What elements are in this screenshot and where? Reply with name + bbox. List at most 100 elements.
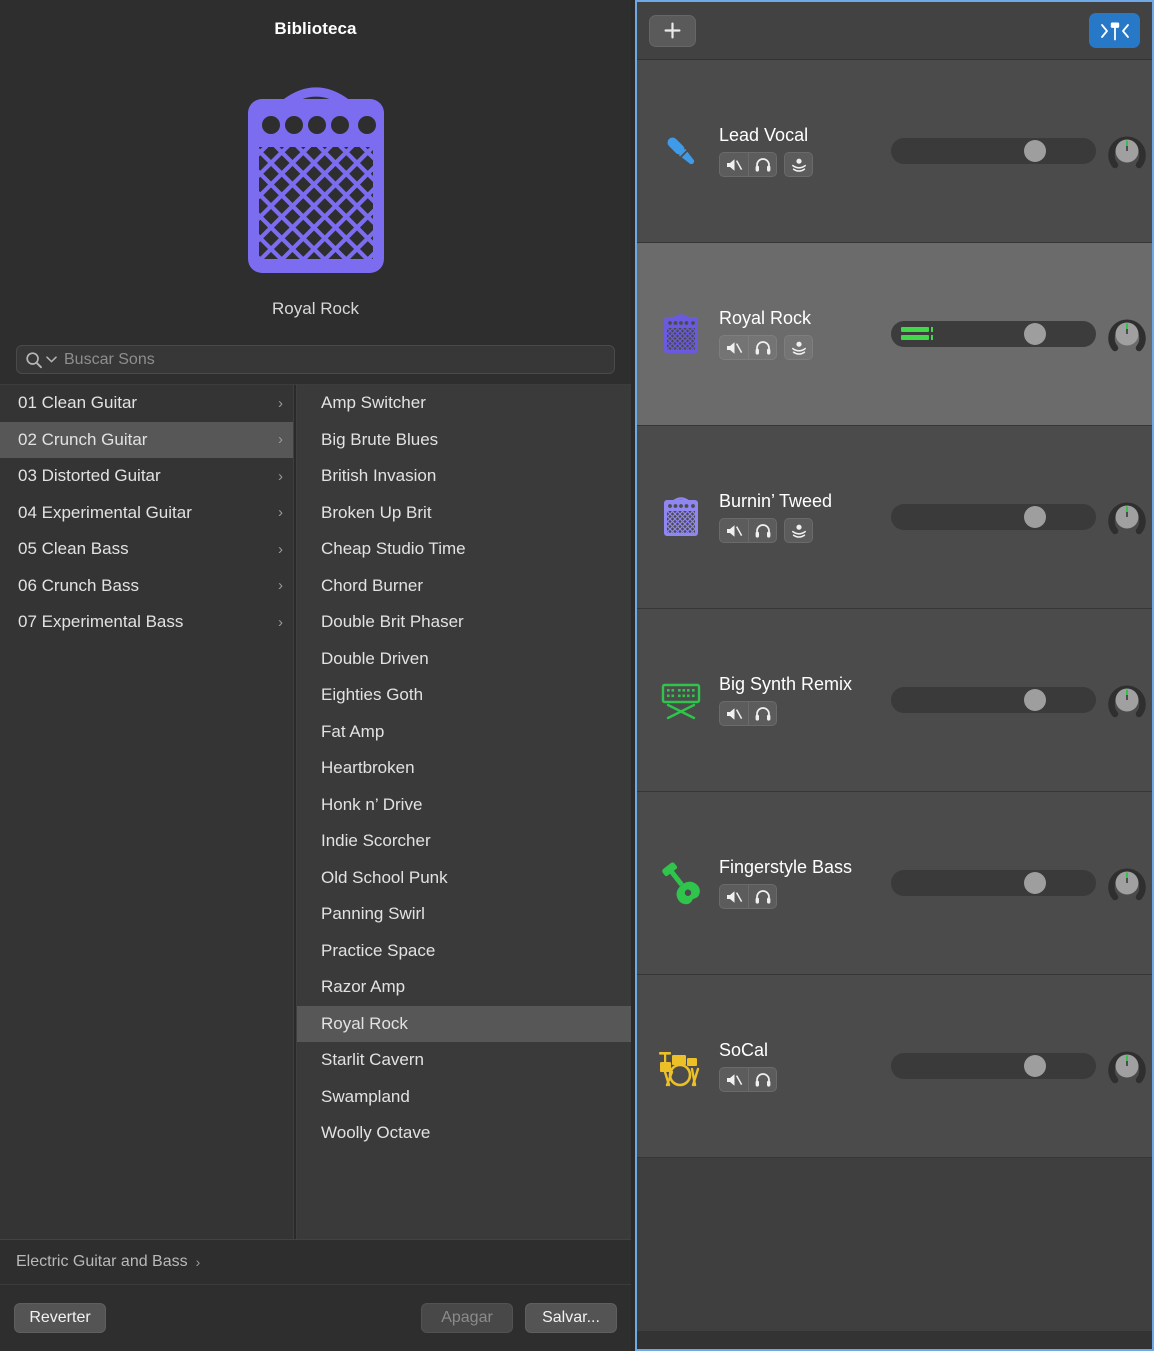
track-list[interactable]: Lead Vocal Royal Rock Burnin’ Tweed Big Syn…	[637, 60, 1152, 1331]
mute-button[interactable]	[719, 701, 748, 726]
mute-button[interactable]	[719, 152, 748, 177]
preset-row[interactable]: Indie Scorcher	[297, 823, 631, 860]
track-row[interactable]: Lead Vocal	[637, 60, 1152, 243]
pan-knob[interactable]	[1105, 678, 1149, 722]
search-input[interactable]: Buscar Sons	[16, 345, 615, 374]
mute-button[interactable]	[719, 884, 748, 909]
mute-button[interactable]	[719, 1067, 748, 1092]
chevron-right-icon: ›	[195, 1254, 201, 1270]
input-monitor-button[interactable]	[784, 518, 813, 543]
preset-row[interactable]: Razor Amp	[297, 969, 631, 1006]
pan-area	[1096, 495, 1152, 539]
volume-slider-knob[interactable]	[1024, 506, 1046, 528]
volume-slider[interactable]	[891, 321, 1096, 347]
volume-slider[interactable]	[891, 1053, 1096, 1079]
preset-row[interactable]: Broken Up Brit	[297, 495, 631, 532]
delete-button[interactable]: Apagar	[421, 1303, 513, 1333]
pan-knob[interactable]	[1105, 495, 1149, 539]
preset-label: Eighties Goth	[321, 685, 424, 705]
volume-slider-knob[interactable]	[1024, 689, 1046, 711]
input-monitor-button[interactable]	[784, 335, 813, 360]
preset-row[interactable]: Cheap Studio Time	[297, 531, 631, 568]
category-row[interactable]: 02 Crunch Guitar ›	[0, 421, 293, 458]
solo-button[interactable]	[748, 335, 777, 360]
solo-button[interactable]	[748, 152, 777, 177]
volume-slider[interactable]	[891, 138, 1096, 164]
breadcrumb[interactable]: Electric Guitar and Bass ›	[0, 1240, 631, 1285]
save-button[interactable]: Salvar...	[525, 1303, 617, 1333]
search-icon[interactable]	[25, 351, 43, 369]
input-monitor-icon	[791, 524, 806, 538]
track-row[interactable]: Fingerstyle Bass	[637, 792, 1152, 975]
mute-icon	[727, 707, 743, 720]
pan-knob[interactable]	[1105, 1044, 1149, 1088]
volume-slider-knob[interactable]	[1024, 140, 1046, 162]
solo-button[interactable]	[748, 884, 777, 909]
preset-row[interactable]: Chord Burner	[297, 568, 631, 605]
pan-knob[interactable]	[1105, 312, 1149, 356]
volume-slider-knob[interactable]	[1024, 872, 1046, 894]
category-row[interactable]: 06 Crunch Bass ›	[0, 568, 293, 605]
preset-label: Practice Space	[321, 940, 436, 960]
preset-row[interactable]: Royal Rock	[297, 1005, 631, 1042]
track-row[interactable]: Big Synth Remix	[637, 609, 1152, 792]
tuner-button[interactable]	[1089, 13, 1140, 48]
mute-icon	[727, 1073, 743, 1086]
preset-label: Indie Scorcher	[321, 831, 431, 851]
chevron-right-icon: ›	[278, 540, 283, 558]
preset-row[interactable]: Fat Amp	[297, 714, 631, 751]
volume-slider[interactable]	[891, 504, 1096, 530]
preset-row[interactable]: Heartbroken	[297, 750, 631, 787]
volume-slider-knob[interactable]	[1024, 323, 1046, 345]
input-monitor-button[interactable]	[784, 152, 813, 177]
preset-row[interactable]: Honk n’ Drive	[297, 787, 631, 824]
chevron-right-icon: ›	[278, 504, 283, 522]
track-row[interactable]: SoCal	[637, 975, 1152, 1158]
preset-label: Panning Swirl	[321, 904, 425, 924]
category-column[interactable]: 01 Clean Guitar › 02 Crunch Guitar › 03 Dist…	[0, 385, 293, 1239]
category-row[interactable]: 05 Clean Bass ›	[0, 531, 293, 568]
preset-row[interactable]: Double Brit Phaser	[297, 604, 631, 641]
volume-slider[interactable]	[891, 687, 1096, 713]
track-name: Fingerstyle Bass	[719, 857, 853, 877]
preset-row[interactable]: British Invasion	[297, 458, 631, 495]
preset-row[interactable]: Amp Switcher	[297, 385, 631, 422]
mute-button[interactable]	[719, 518, 748, 543]
volume-area	[883, 321, 1096, 347]
category-row[interactable]: 07 Experimental Bass ›	[0, 604, 293, 641]
preset-row[interactable]: Old School Punk	[297, 860, 631, 897]
solo-button[interactable]	[748, 518, 777, 543]
preset-row[interactable]: Practice Space	[297, 933, 631, 970]
category-row[interactable]: 04 Experimental Guitar ›	[0, 495, 293, 532]
add-track-button[interactable]	[649, 14, 696, 47]
revert-button[interactable]: Reverter	[14, 1303, 106, 1333]
chevron-down-icon[interactable]	[46, 355, 57, 364]
preset-row[interactable]: Big Brute Blues	[297, 422, 631, 459]
pan-area	[1096, 1044, 1152, 1088]
preset-row[interactable]: Woolly Octave	[297, 1115, 631, 1152]
solo-button[interactable]	[748, 701, 777, 726]
preset-row[interactable]: Double Driven	[297, 641, 631, 678]
mute-button[interactable]	[719, 335, 748, 360]
category-row[interactable]: 01 Clean Guitar ›	[0, 385, 293, 422]
mute-solo-group	[719, 701, 777, 726]
track-row[interactable]: Royal Rock	[637, 243, 1152, 426]
pan-knob[interactable]	[1105, 861, 1149, 905]
volume-slider[interactable]	[891, 870, 1096, 896]
category-label: 03 Distorted Guitar	[18, 466, 161, 486]
preset-label: Heartbroken	[321, 758, 415, 778]
volume-slider-knob[interactable]	[1024, 1055, 1046, 1077]
solo-button[interactable]	[748, 1067, 777, 1092]
preset-row[interactable]: Swampland	[297, 1079, 631, 1116]
input-monitor-icon	[791, 158, 806, 172]
preset-label: Old School Punk	[321, 867, 448, 887]
track-row[interactable]: Burnin’ Tweed	[637, 426, 1152, 609]
preset-column[interactable]: Amp Switcher Big Brute Blues British Invas…	[297, 385, 631, 1239]
preset-row[interactable]: Panning Swirl	[297, 896, 631, 933]
track-name: Lead Vocal	[719, 125, 809, 145]
pan-knob[interactable]	[1105, 129, 1149, 173]
preset-row[interactable]: Eighties Goth	[297, 677, 631, 714]
track-button-group	[719, 884, 883, 909]
category-row[interactable]: 03 Distorted Guitar ›	[0, 458, 293, 495]
preset-row[interactable]: Starlit Cavern	[297, 1042, 631, 1079]
